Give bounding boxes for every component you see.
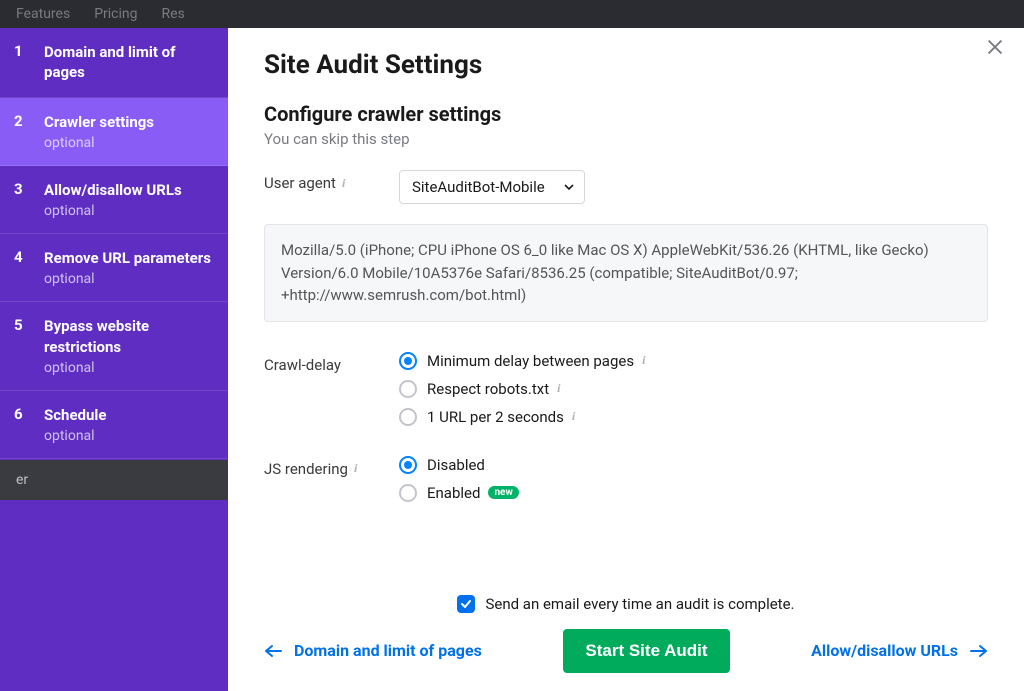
crawl-delay-option-1url2sec[interactable]: 1 URL per 2 seconds i <box>399 408 645 426</box>
sidebar-item-label: Crawler settings <box>44 112 154 132</box>
step-number: 1 <box>14 42 30 60</box>
step-number: 6 <box>14 405 30 423</box>
user-agent-string-box: Mozilla/5.0 (iPhone; CPU iPhone OS 6_0 l… <box>264 224 988 322</box>
start-site-audit-button[interactable]: Start Site Audit <box>563 629 729 673</box>
background-fragment: er <box>0 460 228 500</box>
sidebar-item-label: Bypass website restrictions <box>44 316 214 357</box>
nav-item-features[interactable]: Features <box>16 6 70 22</box>
radio-icon <box>399 352 417 370</box>
nav-item-resources[interactable]: Res <box>162 6 185 22</box>
sidebar-item-label: Allow/disallow URLs <box>44 180 182 200</box>
info-icon[interactable]: i <box>642 353 645 368</box>
wizard-sidebar: 1 Domain and limit of pages 2 Crawler se… <box>0 28 228 691</box>
radio-icon <box>399 380 417 398</box>
sidebar-item-label: Domain and limit of pages <box>44 42 214 83</box>
sidebar-item-bypass-restrictions[interactable]: 5 Bypass website restrictions optional <box>0 302 228 391</box>
prev-step-link[interactable]: Domain and limit of pages <box>264 641 482 662</box>
sidebar-item-sublabel: optional <box>44 271 211 287</box>
step-number: 4 <box>14 248 30 266</box>
radio-label-text: Respect robots.txt <box>427 380 549 398</box>
info-icon[interactable]: i <box>342 176 345 191</box>
info-icon[interactable]: i <box>557 381 560 396</box>
page-subtitle: Configure crawler settings <box>264 102 988 126</box>
crawl-delay-option-minimum[interactable]: Minimum delay between pages i <box>399 352 645 370</box>
info-icon[interactable]: i <box>354 461 357 476</box>
email-checkbox[interactable] <box>457 595 475 613</box>
arrow-left-icon <box>264 644 282 658</box>
sidebar-item-sublabel: optional <box>44 135 154 151</box>
nav-item-pricing[interactable]: Pricing <box>94 6 137 22</box>
close-icon <box>984 36 1006 58</box>
radio-icon <box>399 408 417 426</box>
sidebar-item-remove-url-params[interactable]: 4 Remove URL parameters optional <box>0 234 228 302</box>
step-number: 5 <box>14 316 30 334</box>
crawl-delay-label: Crawl-delay <box>264 352 399 374</box>
sidebar-item-allow-disallow[interactable]: 3 Allow/disallow URLs optional <box>0 166 228 234</box>
step-number: 3 <box>14 180 30 198</box>
radio-label-text: Enabled <box>427 484 480 502</box>
js-rendering-option-enabled[interactable]: Enabled new <box>399 484 519 502</box>
sidebar-item-schedule[interactable]: 6 Schedule optional <box>0 391 228 459</box>
top-nav: Features Pricing Res <box>0 0 1024 28</box>
main-panel: Site Audit Settings Configure crawler se… <box>228 28 1024 691</box>
sidebar-item-label: Schedule <box>44 405 106 425</box>
check-icon <box>460 598 472 610</box>
crawl-delay-option-robots[interactable]: Respect robots.txt i <box>399 380 645 398</box>
sidebar-item-domain-limit[interactable]: 1 Domain and limit of pages <box>0 28 228 98</box>
arrow-right-icon <box>970 644 988 658</box>
user-agent-selected: SiteAuditBot-Mobile <box>412 178 545 196</box>
info-icon[interactable]: i <box>572 409 575 424</box>
sidebar-item-sublabel: optional <box>44 360 214 376</box>
radio-icon <box>399 484 417 502</box>
sidebar-item-sublabel: optional <box>44 428 106 444</box>
radio-label-text: Disabled <box>427 456 485 474</box>
crawl-delay-radio-group: Minimum delay between pages i Respect rob… <box>399 352 645 426</box>
new-badge: new <box>488 486 518 499</box>
js-rendering-label: JS rendering i <box>264 456 399 478</box>
sidebar-item-label: Remove URL parameters <box>44 248 211 268</box>
radio-label-text: 1 URL per 2 seconds <box>427 408 564 426</box>
next-step-label: Allow/disallow URLs <box>811 641 958 662</box>
sidebar-item-crawler-settings[interactable]: 2 Crawler settings optional <box>0 98 228 166</box>
js-rendering-radio-group: Disabled Enabled new <box>399 456 519 502</box>
close-button[interactable] <box>984 36 1006 62</box>
page-title: Site Audit Settings <box>264 50 988 80</box>
sidebar-item-sublabel: optional <box>44 203 182 219</box>
js-rendering-option-disabled[interactable]: Disabled <box>399 456 519 474</box>
radio-icon <box>399 456 417 474</box>
next-step-link[interactable]: Allow/disallow URLs <box>811 641 988 662</box>
step-number: 2 <box>14 112 30 130</box>
user-agent-label: User agent i <box>264 170 399 192</box>
email-checkbox-label: Send an email every time an audit is com… <box>485 595 794 613</box>
prev-step-label: Domain and limit of pages <box>294 641 482 662</box>
page-hint: You can skip this step <box>264 130 988 148</box>
user-agent-select[interactable]: SiteAuditBot-Mobile <box>399 170 585 204</box>
radio-label-text: Minimum delay between pages <box>427 352 634 370</box>
